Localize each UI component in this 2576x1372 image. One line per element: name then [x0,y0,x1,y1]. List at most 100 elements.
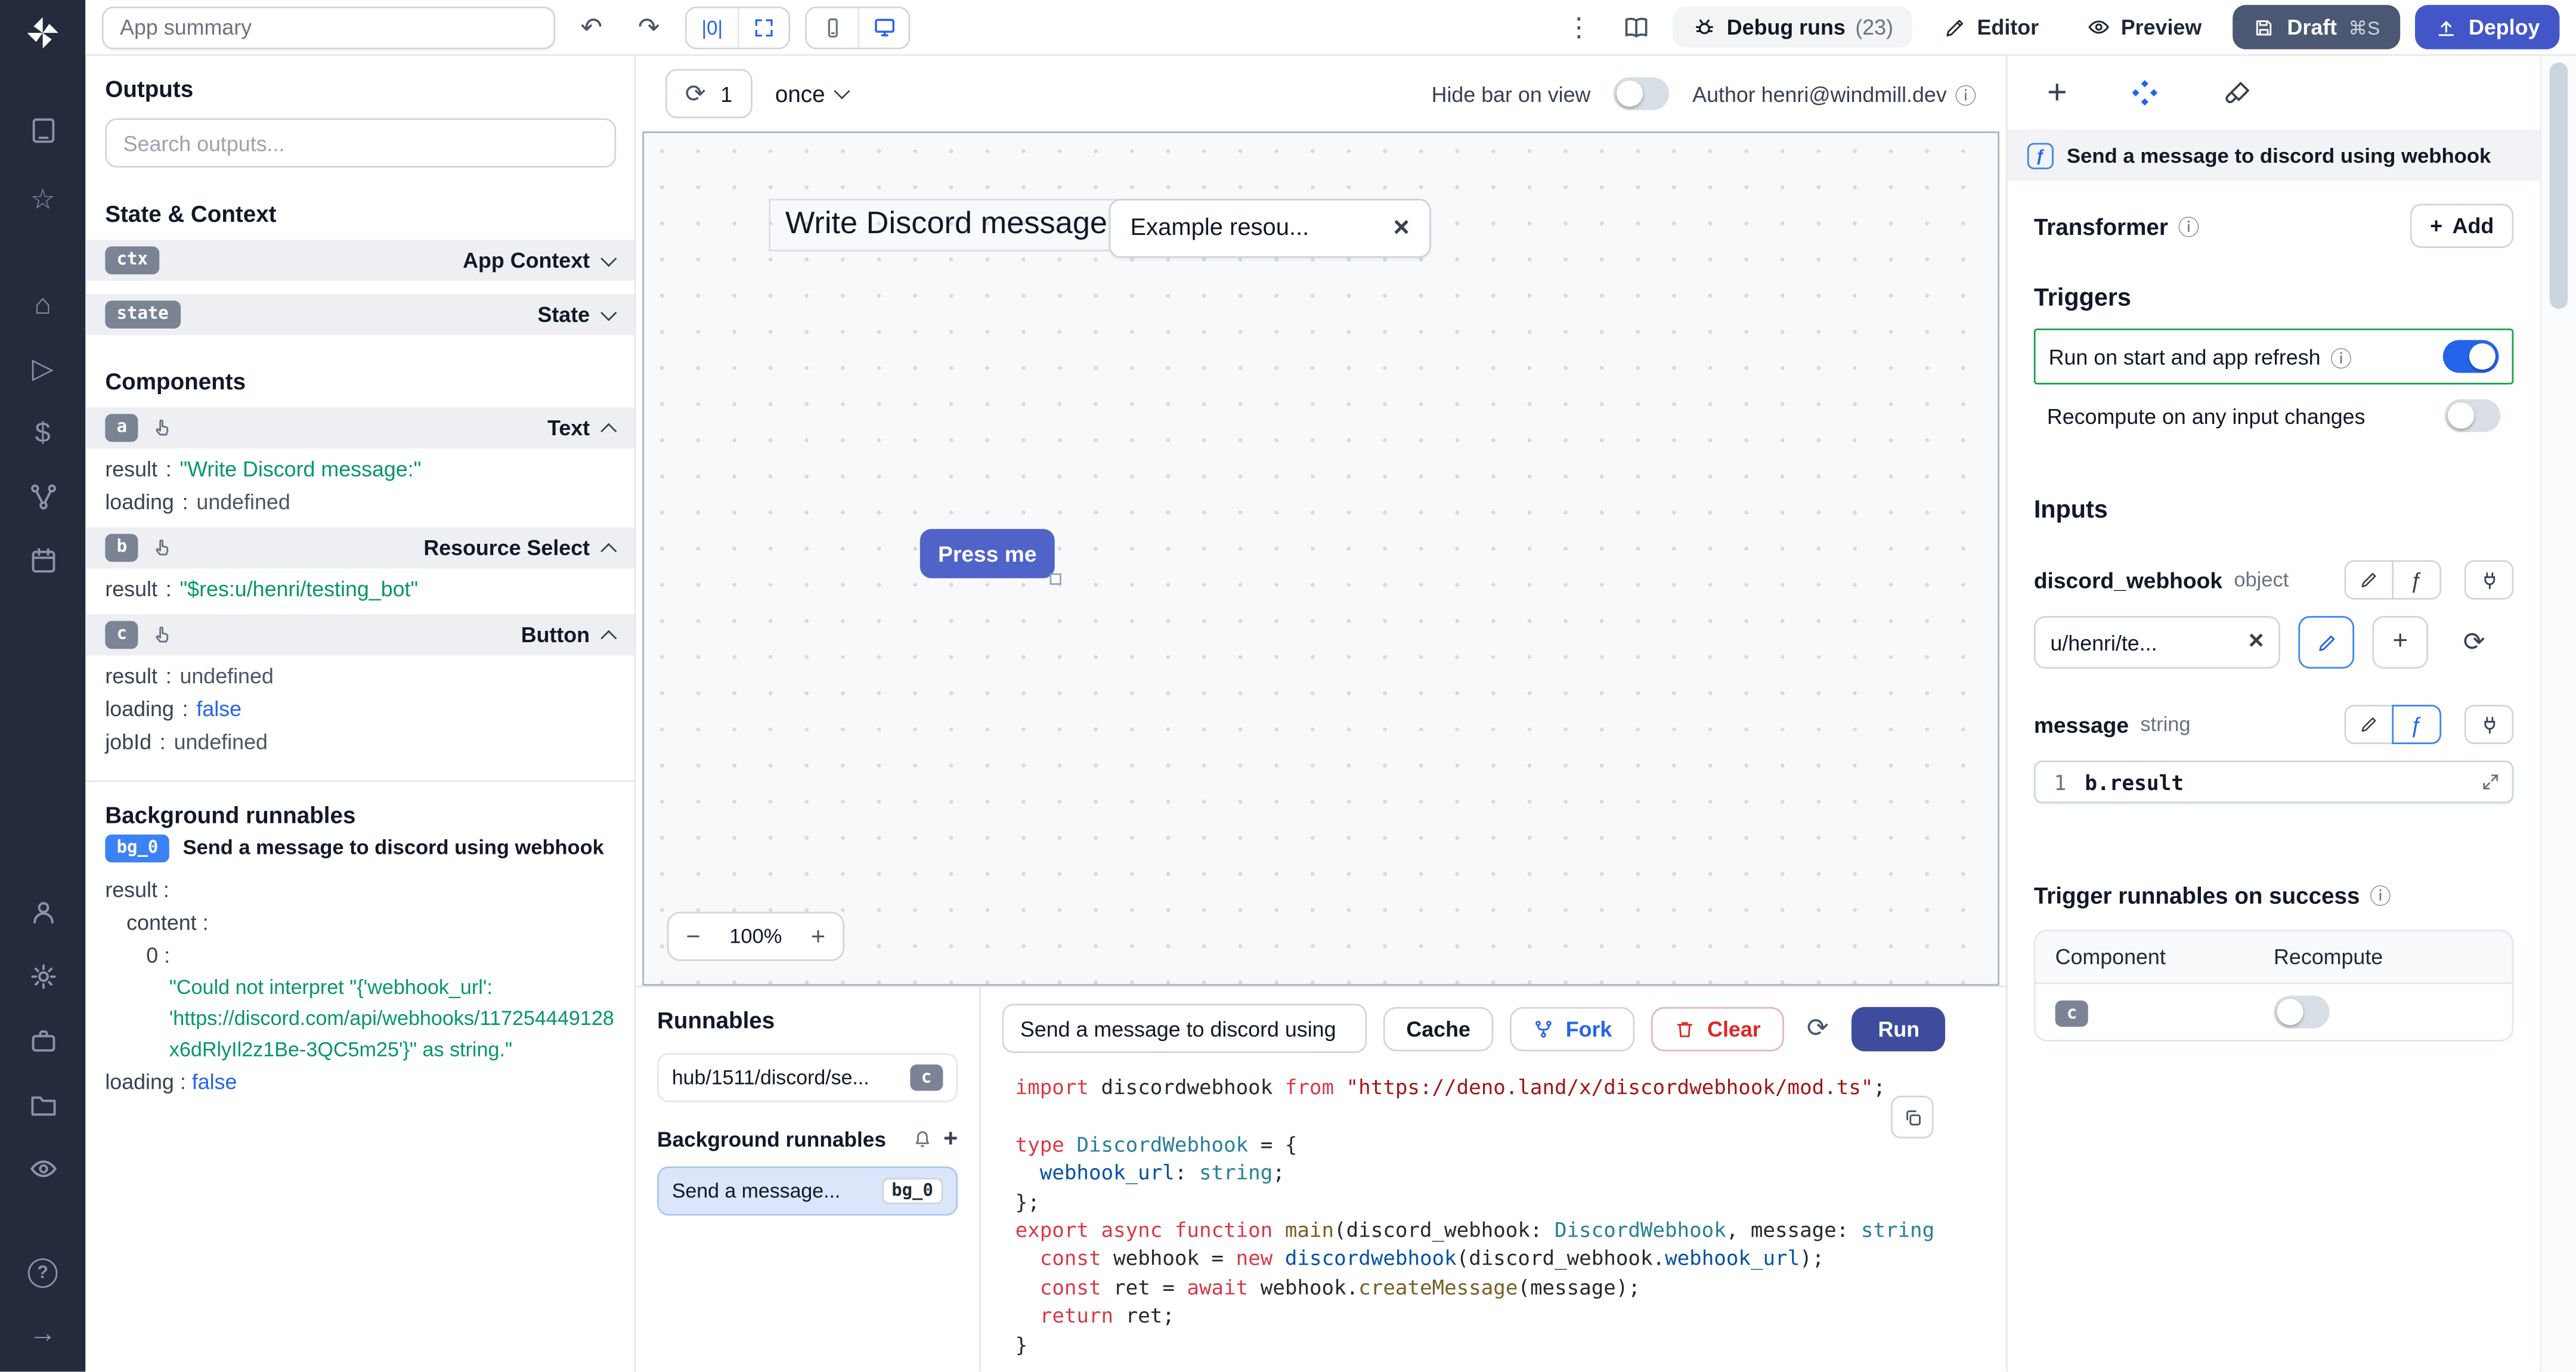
message-expression-editor[interactable]: 1 b.result [2033,760,2514,804]
clear-button[interactable]: Clear [1651,1006,1784,1051]
index-node[interactable]: 0 : [85,934,634,967]
fork-button[interactable]: Fork [1510,1006,1635,1051]
runnable-name-input[interactable] [1002,1004,1367,1054]
expand-editor-icon[interactable] [2481,772,2500,792]
background-runnable-item-selected[interactable]: Send a message... bg_0 [657,1166,958,1216]
settings-gear-icon[interactable] [15,956,71,995]
windmill-logo[interactable] [15,8,71,58]
code-lines[interactable]: import discordwebhook from "https://deno… [981,1066,2006,1371]
search-outputs-input[interactable] [105,118,617,168]
clear-select-icon[interactable]: × [1393,212,1409,244]
info-icon[interactable]: ⓘ [2330,341,2352,372]
workers-icon[interactable] [15,1020,71,1060]
expression-mode-button[interactable]: ƒ [2392,704,2442,745]
bell-icon[interactable] [912,1129,934,1150]
add-resource-button[interactable]: + [2372,616,2429,669]
info-icon[interactable]: ⓘ [1955,78,1977,109]
static-edit-button[interactable] [2344,704,2394,745]
center-canvas-button[interactable]: |0| [686,7,738,47]
audit-logs-icon[interactable] [15,1148,71,1188]
draft-button[interactable]: Draft ⌘S [2233,5,2400,49]
info-icon[interactable]: ⓘ [2370,879,2391,910]
run-on-start-toggle[interactable] [2442,340,2499,373]
edit-resource-button[interactable] [2298,616,2355,669]
output-row-c[interactable]: c Button [85,614,634,656]
folders-icon[interactable] [15,1084,71,1123]
mobile-view-button[interactable] [806,7,858,47]
refresh-count-group[interactable]: ⟳ 1 [665,69,753,119]
styling-tab[interactable] [2223,78,2253,108]
resource-input[interactable]: u/henri/te... × [2033,616,2281,669]
help-icon[interactable]: ? [15,1253,71,1293]
undo-button[interactable]: ↶ [570,6,613,49]
result-node[interactable]: result : [85,868,634,901]
home-icon[interactable]: ⌂ [15,284,71,324]
resource-select-component[interactable]: Example resou... × [1109,199,1431,258]
output-value: undefined [174,729,268,754]
component-settings-tab[interactable] [2129,77,2160,108]
collapse-sidebar-icon[interactable]: → [15,1312,71,1352]
docs-button[interactable] [1615,6,1658,49]
add-background-runnable-button[interactable]: + [943,1127,958,1151]
connect-input-button[interactable] [2464,560,2514,600]
expression-mode-button[interactable]: ƒ [2392,560,2442,600]
runnable-item[interactable]: hub/1511/discord/se... c [657,1053,958,1102]
debug-runs-button[interactable]: Debug runs (23) [1672,7,1914,48]
favorites-icon[interactable]: ☆ [15,179,71,218]
static-edit-button[interactable] [2344,560,2394,600]
bg0-row[interactable]: bg_0 Send a message to discord using web… [85,828,634,869]
desktop-view-button[interactable] [857,7,909,47]
zoom-out-button[interactable]: − [668,913,718,959]
fullscreen-button[interactable] [738,7,789,47]
output-row-b[interactable]: b Resource Select [85,527,634,569]
chevron-down-icon[interactable] [600,249,617,267]
deploy-button[interactable]: Deploy [2414,5,2560,49]
apps-icon[interactable] [15,110,71,150]
hand-pointer-icon[interactable] [151,537,173,559]
user-icon[interactable] [15,892,71,931]
flows-icon[interactable] [15,476,71,516]
schedules-icon[interactable] [15,540,71,580]
hand-pointer-icon[interactable] [151,624,173,646]
output-row-ctx[interactable]: ctx App Context [85,240,634,281]
zoom-in-button[interactable]: + [794,913,843,959]
refresh-resource-button[interactable]: ⟳ [2446,616,2503,669]
row-recompute-toggle[interactable] [2274,995,2330,1029]
recompute-toggle[interactable] [2444,399,2501,432]
scrollbar-thumb[interactable] [2549,62,2568,309]
reload-script-button[interactable]: ⟳ [1800,1012,1835,1045]
copy-code-button[interactable] [1891,1095,1934,1139]
output-row-state[interactable]: state State [85,294,634,336]
app-summary-input[interactable] [101,5,556,49]
redo-button[interactable]: ↷ [627,6,670,49]
preview-tab[interactable]: Preview [2070,7,2218,48]
editor-tab[interactable]: Editor [1928,7,2055,48]
hand-pointer-icon[interactable] [151,417,173,439]
info-icon[interactable]: ⓘ [2178,210,2199,241]
page-scrollbar[interactable] [2540,55,2576,1372]
ctx-type-label: App Context [463,248,590,273]
refresh-icon[interactable]: ⟳ [685,79,706,109]
runs-icon[interactable]: ▷ [15,348,71,388]
frequency-dropdown[interactable]: once [775,80,851,107]
clear-resource-icon[interactable]: × [2249,627,2264,657]
more-menu-button[interactable]: ⋮ [1558,6,1600,49]
text-component[interactable]: Write Discord message: [769,199,1138,256]
chevron-down-icon[interactable] [600,303,617,321]
app-canvas[interactable]: Write Discord message: Example resou... … [642,131,1999,986]
output-row-a[interactable]: a Text [85,407,634,449]
chevron-up-icon[interactable] [600,630,617,646]
hide-bar-toggle[interactable] [1613,77,1670,110]
add-transformer-button[interactable]: + Add [2410,203,2514,249]
variables-icon[interactable]: $ [15,413,71,452]
connect-input-button[interactable] [2464,704,2514,745]
press-me-button[interactable]: Press me [919,529,1061,585]
outputs-title: Outputs [105,75,194,102]
run-button[interactable]: Run [1852,1006,1946,1051]
insert-component-tab[interactable]: + [2047,73,2067,113]
chevron-up-icon[interactable] [600,543,617,559]
resize-handle[interactable] [1049,573,1061,585]
cache-button[interactable]: Cache [1383,1006,1494,1051]
content-node[interactable]: content : [85,901,634,934]
chevron-up-icon[interactable] [600,423,617,439]
